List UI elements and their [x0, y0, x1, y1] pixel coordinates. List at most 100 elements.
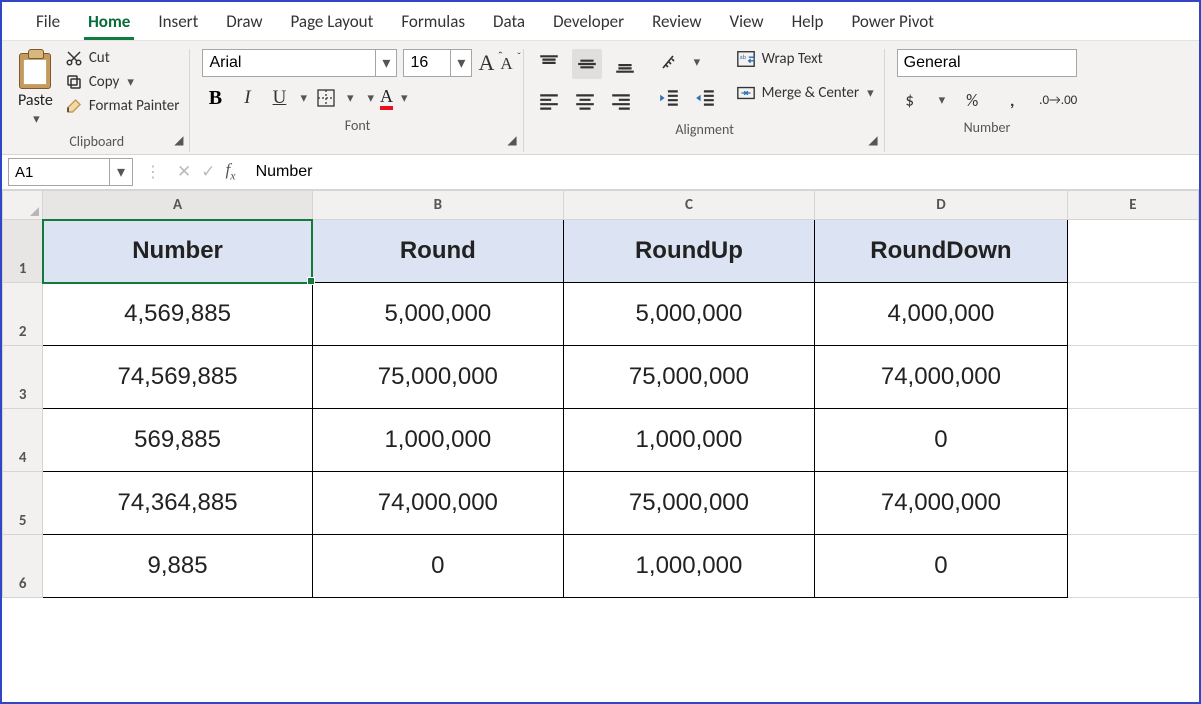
number-format-input[interactable] [898, 50, 1060, 76]
cell-B2[interactable]: 5,000,000 [312, 283, 563, 346]
cell-A5[interactable]: 74,364,885 [43, 472, 312, 535]
align-bottom-button[interactable] [612, 51, 638, 77]
align-right-button[interactable] [608, 89, 634, 115]
cell-A6[interactable]: 9,885 [43, 535, 312, 598]
menu-tab-developer[interactable]: Developer [539, 5, 638, 40]
row-header-4[interactable]: 4 [3, 409, 43, 472]
format-painter-button[interactable]: Format Painter [65, 97, 180, 115]
cell-E2[interactable] [1067, 283, 1198, 346]
menu-tab-help[interactable]: Help [778, 5, 838, 40]
increase-font-button[interactable]: Aˆ [478, 52, 494, 74]
increase-decimal-button[interactable]: .0→.00 [1039, 87, 1077, 113]
number-format-combo[interactable] [897, 49, 1078, 77]
row-header-2[interactable]: 2 [3, 283, 43, 346]
align-middle-button[interactable] [572, 49, 602, 79]
decrease-font-button[interactable]: Aˇ [500, 55, 512, 72]
menu-tab-file[interactable]: File [22, 5, 74, 40]
cell-E4[interactable] [1067, 409, 1198, 472]
cell-D4[interactable]: 0 [815, 409, 1068, 472]
copy-button[interactable]: Copy ▾ [65, 73, 180, 91]
chevron-down-icon[interactable]: ▾ [298, 91, 307, 106]
bold-button[interactable]: B [202, 85, 228, 111]
cell-B5[interactable]: 74,000,000 [312, 472, 563, 535]
select-all-corner[interactable] [3, 191, 43, 220]
menu-tab-formulas[interactable]: Formulas [387, 5, 479, 40]
col-header-C[interactable]: C [563, 191, 814, 220]
enter-icon[interactable]: ✓ [201, 161, 215, 182]
cell-C3[interactable]: 75,000,000 [563, 346, 814, 409]
italic-button[interactable]: I [234, 85, 260, 111]
menu-tab-draw[interactable]: Draw [212, 5, 276, 40]
cell-D6[interactable]: 0 [815, 535, 1068, 598]
menu-tab-home[interactable]: Home [74, 5, 144, 40]
formula-input[interactable] [246, 159, 1199, 185]
cell-D5[interactable]: 74,000,000 [815, 472, 1068, 535]
paste-button[interactable]: Paste ▾ [14, 49, 57, 127]
chevron-down-icon[interactable]: ▾ [375, 50, 396, 76]
col-header-E[interactable]: E [1067, 191, 1198, 220]
cell-A1[interactable]: Number [43, 220, 312, 283]
cell-C6[interactable]: 1,000,000 [563, 535, 814, 598]
cell-C1[interactable]: RoundUp [563, 220, 814, 283]
menu-tab-view[interactable]: View [716, 5, 778, 40]
cancel-icon[interactable]: ✕ [177, 161, 191, 182]
cell-C5[interactable]: 75,000,000 [563, 472, 814, 535]
cell-D1[interactable]: RoundDown [815, 220, 1068, 283]
cell-ref-input[interactable] [9, 159, 109, 185]
cell-E5[interactable] [1067, 472, 1198, 535]
chevron-down-icon[interactable]: ▾ [399, 91, 408, 106]
percent-button[interactable]: % [959, 87, 985, 113]
cell-E3[interactable] [1067, 346, 1198, 409]
name-box[interactable]: ▾ [8, 158, 133, 186]
cell-D2[interactable]: 4,000,000 [815, 283, 1068, 346]
decrease-indent-button[interactable] [656, 85, 682, 111]
dialog-launcher-icon[interactable]: ◢ [174, 133, 183, 148]
cell-E1[interactable] [1067, 220, 1198, 283]
chevron-down-icon[interactable]: ▾ [937, 93, 946, 108]
row-header-3[interactable]: 3 [3, 346, 43, 409]
comma-button[interactable]: , [999, 87, 1025, 113]
dialog-launcher-icon[interactable]: ◢ [868, 133, 877, 148]
accounting-format-button[interactable]: $ [897, 87, 923, 113]
menu-tab-review[interactable]: Review [638, 5, 715, 40]
chevron-down-icon[interactable]: ▾ [345, 91, 354, 106]
cell-D3[interactable]: 74,000,000 [815, 346, 1068, 409]
align-left-button[interactable] [536, 89, 562, 115]
cell-B6[interactable]: 0 [312, 535, 563, 598]
row-header-1[interactable]: 1 [3, 220, 43, 283]
font-size-input[interactable] [404, 50, 450, 76]
menu-tab-power-pivot[interactable]: Power Pivot [837, 5, 947, 40]
row-header-5[interactable]: 5 [3, 472, 43, 535]
font-size-combo[interactable]: ▾ [403, 49, 472, 77]
align-top-button[interactable] [536, 51, 562, 77]
menu-tab-insert[interactable]: Insert [144, 5, 212, 40]
chevron-down-icon[interactable]: ▾ [450, 50, 471, 76]
row-header-6[interactable]: 6 [3, 535, 43, 598]
cell-C4[interactable]: 1,000,000 [563, 409, 814, 472]
col-header-A[interactable]: A [43, 191, 312, 220]
cell-A4[interactable]: 569,885 [43, 409, 312, 472]
wrap-text-button[interactable]: ab Wrap Text [736, 49, 874, 69]
increase-indent-button[interactable] [692, 85, 718, 111]
chevron-down-icon[interactable]: ▾ [109, 159, 132, 185]
menu-tab-page-layout[interactable]: Page Layout [277, 5, 388, 40]
cell-C2[interactable]: 5,000,000 [563, 283, 814, 346]
col-header-B[interactable]: B [312, 191, 563, 220]
cell-B3[interactable]: 75,000,000 [312, 346, 563, 409]
cell-A2[interactable]: 4,569,885 [43, 283, 312, 346]
cut-button[interactable]: Cut [65, 49, 180, 67]
col-header-D[interactable]: D [815, 191, 1068, 220]
orientation-button[interactable] [656, 49, 682, 75]
chevron-down-icon[interactable]: ▾ [366, 91, 375, 106]
dialog-launcher-icon[interactable]: ◢ [507, 133, 516, 148]
underline-button[interactable]: U [266, 85, 292, 111]
align-center-button[interactable] [572, 89, 598, 115]
cell-E6[interactable] [1067, 535, 1198, 598]
worksheet-grid[interactable]: ABCDE 1NumberRoundRoundUpRoundDown 24,569,… [2, 190, 1199, 598]
borders-button[interactable] [313, 85, 339, 111]
chevron-down-icon[interactable]: ▾ [692, 55, 701, 70]
fx-icon[interactable]: fx [226, 160, 236, 183]
cell-B1[interactable]: Round [312, 220, 563, 283]
cell-A3[interactable]: 74,569,885 [43, 346, 312, 409]
font-name-combo[interactable]: ▾ [202, 49, 397, 77]
